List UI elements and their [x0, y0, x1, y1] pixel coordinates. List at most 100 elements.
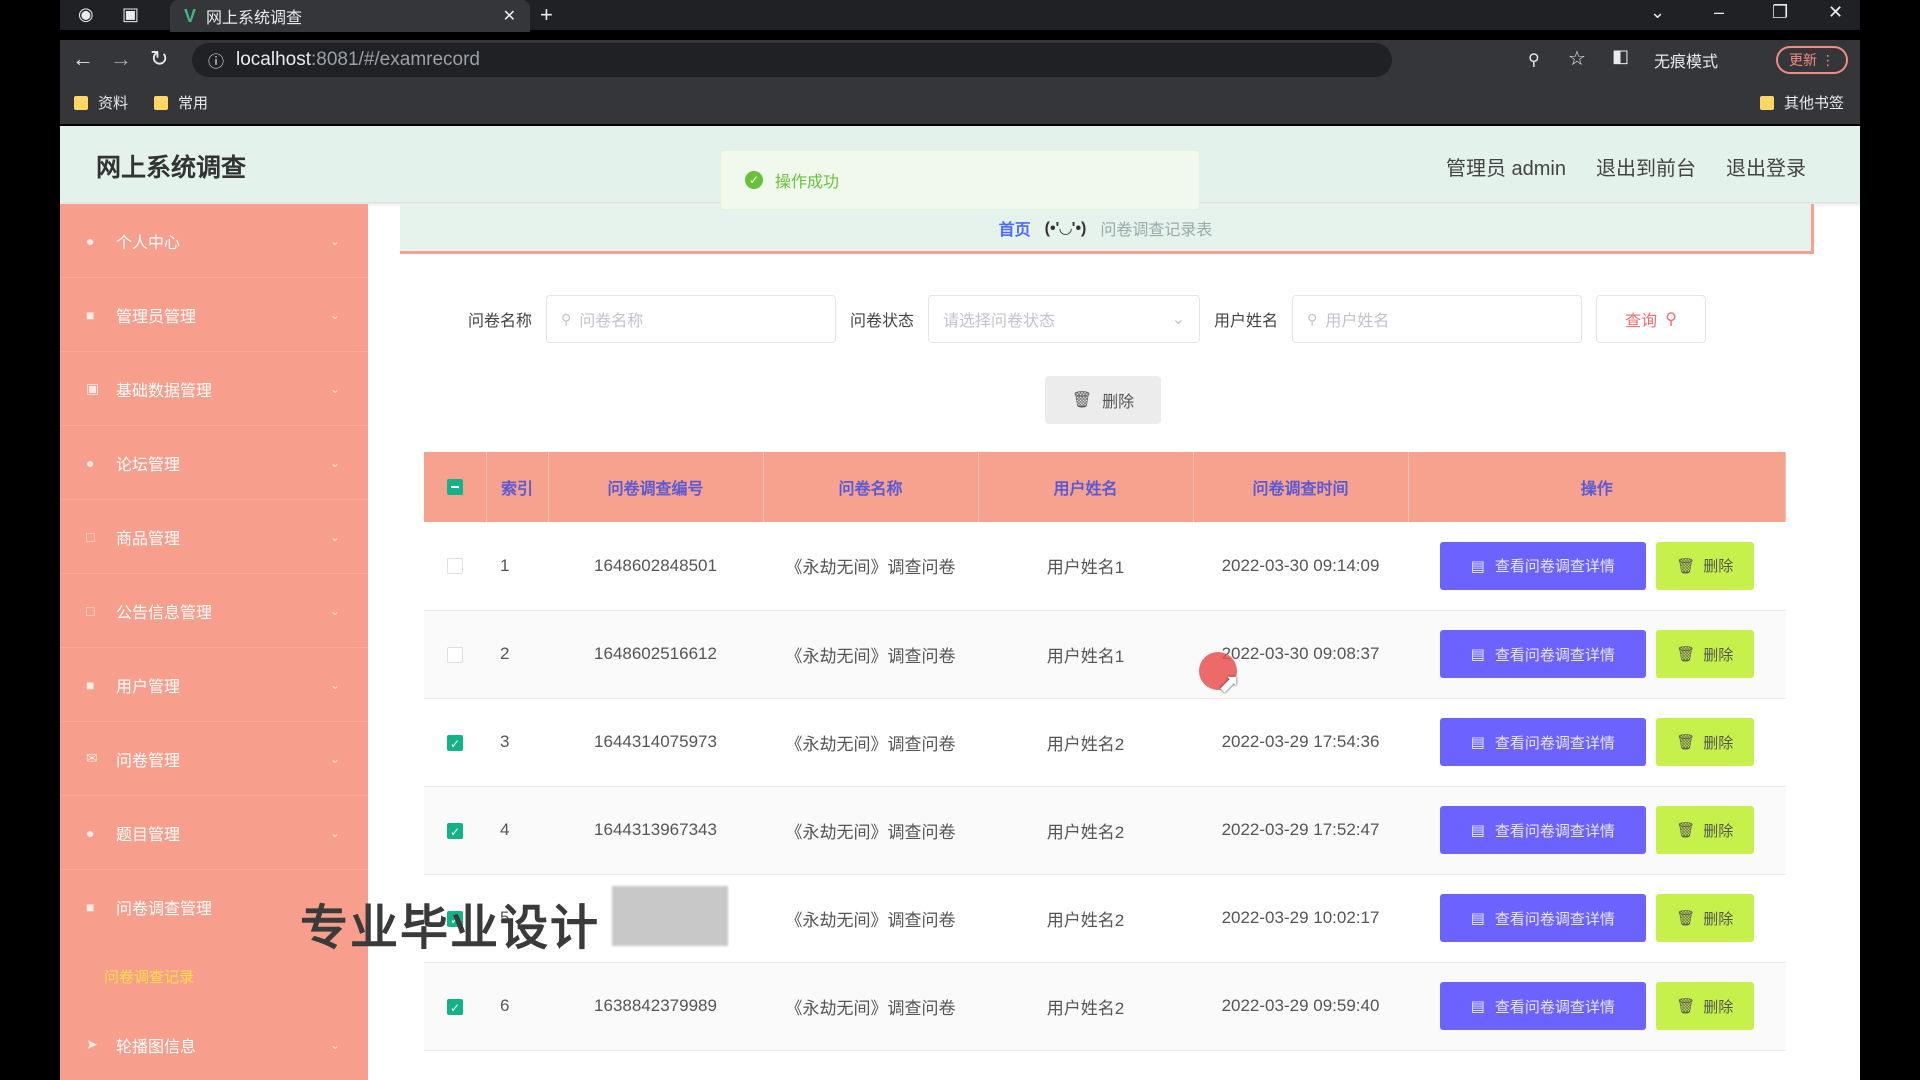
chevron-down-icon: ⌄: [329, 603, 340, 618]
row-checkbox[interactable]: ✓: [447, 822, 463, 839]
row-select-cell: ✓: [424, 962, 486, 1050]
folder-icon: [74, 95, 88, 110]
bookmark-folder-2[interactable]: 常用: [154, 92, 208, 113]
site-info-icon[interactable]: ⓘ: [208, 48, 224, 72]
row-delete-button[interactable]: 🗑 删除: [1655, 982, 1754, 1030]
forward-icon[interactable]: →: [110, 46, 132, 72]
folder-icon: [154, 95, 168, 110]
sidebar-item-carousel[interactable]: ➤ 轮播图信息 ⌄: [60, 1008, 368, 1080]
column-header-code[interactable]: 问卷调查编号: [548, 452, 764, 522]
sidebar-item-questions[interactable]: ● 题目管理 ⌄: [60, 796, 368, 870]
column-header-user[interactable]: 用户姓名: [978, 452, 1194, 522]
view-details-button[interactable]: ▤ 查看问卷调查详情: [1439, 630, 1646, 678]
sidebar-item-goods[interactable]: □ 商品管理 ⌄: [60, 500, 368, 574]
back-icon[interactable]: ←: [72, 46, 94, 72]
document-icon: ▤: [1470, 822, 1485, 839]
row-checkbox[interactable]: [447, 558, 463, 575]
row-delete-button[interactable]: 🗑 删除: [1655, 806, 1754, 854]
view-details-button[interactable]: ▤ 查看问卷调查详情: [1439, 806, 1646, 854]
chevron-down-icon: ⌄: [329, 529, 340, 544]
sidebar-item-forum[interactable]: ● 论坛管理 ⌄: [60, 426, 368, 500]
tab-search-icon[interactable]: ▣: [122, 4, 139, 25]
sidebar-item-label: 公告信息管理: [116, 604, 213, 622]
logout-link[interactable]: 退出登录: [1726, 152, 1806, 181]
browser-tab[interactable]: V 网上系统调查 ✕: [170, 0, 530, 32]
incognito-label[interactable]: 无痕模式: [1654, 48, 1718, 72]
restore-icon[interactable]: ❐: [1772, 2, 1788, 23]
key-icon[interactable]: ⚲: [1528, 50, 1540, 70]
update-button[interactable]: 更新 ⋮: [1776, 46, 1848, 74]
users-icon: ■: [86, 676, 95, 693]
view-details-label: 查看问卷调查详情: [1494, 998, 1615, 1016]
tab-list-chevron-icon[interactable]: ⌄: [1650, 2, 1665, 23]
row-survey-name: 《永劫无间》调查问卷: [785, 558, 956, 578]
column-header-index[interactable]: 索引: [486, 452, 549, 522]
survey-name-placeholder: 问卷名称: [579, 313, 644, 330]
chat-icon: □: [86, 528, 95, 545]
side-panel-icon[interactable]: ◧: [1612, 46, 1629, 67]
row-time: 2022-03-30 09:14:09: [1221, 555, 1380, 575]
minimize-icon[interactable]: –: [1714, 2, 1724, 23]
chevron-down-icon: ⌄: [329, 751, 340, 766]
new-tab-icon[interactable]: +: [540, 2, 553, 28]
row-index: 4: [500, 820, 510, 839]
query-button[interactable]: 查询 ⚲: [1596, 295, 1707, 343]
column-header-name[interactable]: 问卷名称: [763, 452, 979, 522]
sidebar-item-personal-center[interactable]: ● 个人中心 ⌄: [60, 204, 368, 278]
trash-icon: 🗑: [1676, 822, 1696, 839]
username-input[interactable]: ⚲ 用户姓名: [1292, 295, 1583, 343]
sidebar-item-users[interactable]: ■ 用户管理 ⌄: [60, 648, 368, 722]
select-all-checkbox[interactable]: [446, 478, 463, 495]
header-links: 管理员 admin 退出到前台 退出登录: [1446, 152, 1806, 181]
row-delete-button[interactable]: 🗑 删除: [1655, 894, 1754, 942]
trash-icon: 🗑: [1071, 392, 1093, 409]
survey-name-input[interactable]: ⚲ 问卷名称: [546, 295, 837, 343]
row-survey-name: 《永劫无间》调查问卷: [785, 998, 956, 1018]
address-bar[interactable]: ⓘ localhost:8081/#/examrecord: [192, 43, 1392, 77]
row-checkbox[interactable]: ✓: [447, 734, 463, 751]
window-close-icon[interactable]: ✕: [1828, 2, 1843, 23]
row-user: 用户姓名1: [1046, 558, 1125, 578]
sidebar-item-admin[interactable]: ■ 管理员管理 ⌄: [60, 278, 368, 352]
survey-status-placeholder: 请选择问卷状态: [943, 313, 1056, 330]
reload-icon[interactable]: ↻: [150, 46, 168, 72]
search-icon: ⚲: [561, 310, 572, 327]
app-root: 网上系统调查 管理员 admin 退出到前台 退出登录 ✓ 操作成功 ● 个人中心…: [60, 126, 1860, 1080]
tab-close-icon[interactable]: ✕: [503, 6, 516, 26]
row-delete-button[interactable]: 🗑 删除: [1655, 718, 1754, 766]
row-code: 1638842379989: [594, 996, 717, 1015]
breadcrumb-home[interactable]: 首页: [999, 216, 1031, 240]
row-delete-button[interactable]: 🗑 删除: [1655, 541, 1754, 590]
row-code: 1648602848501: [594, 555, 717, 575]
view-details-button[interactable]: ▤ 查看问卷调查详情: [1439, 541, 1646, 590]
view-details-button[interactable]: ▤ 查看问卷调查详情: [1439, 718, 1646, 766]
bookmark-folder-1[interactable]: 资料: [74, 92, 128, 113]
row-checkbox[interactable]: ✓: [447, 998, 463, 1015]
row-actions: ▤ 查看问卷调查详情 🗑 删除: [1408, 698, 1786, 786]
row-select-cell: [424, 522, 486, 610]
admin-user-label: 管理员 admin: [1445, 158, 1566, 180]
sidebar-item-survey[interactable]: ✉ 问卷管理 ⌄: [60, 722, 368, 796]
survey-status-label: 问卷状态: [850, 313, 915, 330]
column-header-time[interactable]: 问卷调查时间: [1193, 452, 1409, 522]
breadcrumb-separator: (•'◡'•): [1044, 219, 1087, 237]
row-checkbox[interactable]: [447, 646, 463, 663]
batch-delete-button[interactable]: 🗑 删除: [1045, 376, 1161, 424]
view-details-label: 查看问卷调查详情: [1494, 558, 1615, 576]
browser-profile-icon[interactable]: ◉: [78, 4, 94, 25]
row-survey-name: 《永劫无间》调查问卷: [785, 646, 956, 666]
row-actions: ▤ 查看问卷调查详情 🗑 删除: [1408, 962, 1786, 1050]
other-bookmarks[interactable]: 其他书签: [1760, 92, 1844, 113]
admin-icon: ■: [86, 306, 95, 323]
exit-to-front-link[interactable]: 退出到前台: [1596, 152, 1696, 181]
view-details-button[interactable]: ▤ 查看问卷调查详情: [1439, 982, 1646, 1030]
sidebar-item-notice[interactable]: □ 公告信息管理 ⌄: [60, 574, 368, 648]
row-time: 2022-03-29 09:59:40: [1221, 996, 1380, 1015]
row-delete-label: 删除: [1703, 998, 1734, 1016]
row-delete-button[interactable]: 🗑 删除: [1655, 630, 1754, 678]
sidebar-item-basic-data[interactable]: ▣ 基础数据管理 ⌄: [60, 352, 368, 426]
bookmark-star-icon[interactable]: ☆: [1568, 46, 1586, 71]
survey-status-select[interactable]: 请选择问卷状态 ⌄: [928, 295, 1201, 343]
view-details-button[interactable]: ▤ 查看问卷调查详情: [1439, 894, 1646, 942]
column-header-actions: 操作: [1408, 452, 1786, 522]
